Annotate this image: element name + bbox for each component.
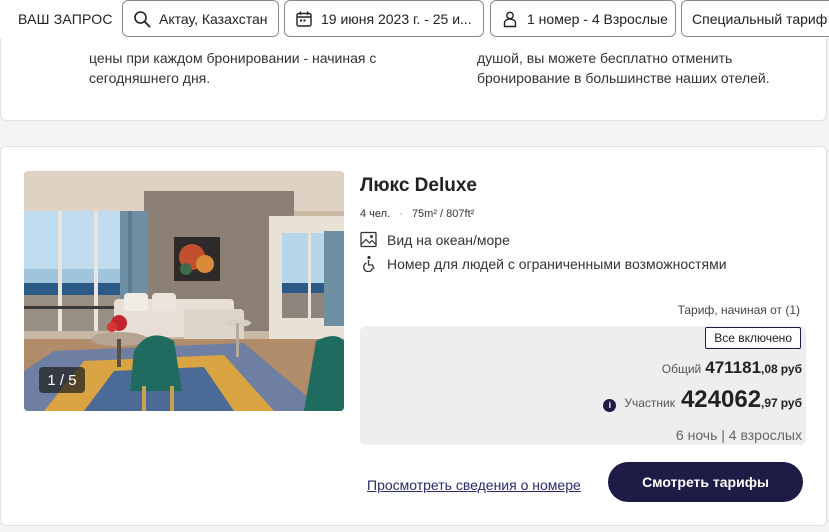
image-icon <box>360 231 377 248</box>
member-price-label: Участник <box>624 396 675 410</box>
member-price: i Участник 424062 ,97 руб <box>603 386 802 414</box>
benefit-text-free-cancel: душой, вы можете бесплатно отменить брон… <box>477 50 770 86</box>
total-price: Общий 471181 ,08 руб <box>662 358 802 378</box>
all-inclusive-badge: Все включено <box>705 327 801 349</box>
search-label: ВАШ ЗАПРОС <box>18 11 113 27</box>
benefits-card: цены при каждом бронировании - начиная с… <box>0 38 827 121</box>
price-box: Все включено Общий 471181 ,08 руб i Учас… <box>360 326 806 445</box>
special-rate-value: Специальный тариф <box>692 10 828 27</box>
room-feature: Вид на океан/море <box>360 231 510 248</box>
view-rates-button[interactable]: Смотреть тарифы <box>608 462 803 502</box>
room-title: Люкс Deluxe <box>360 175 477 196</box>
special-rate-field[interactable]: Специальный тариф <box>681 0 829 37</box>
search-icon <box>134 10 151 27</box>
dates-field[interactable]: 19 июня 2023 г. - 25 и... <box>284 0 484 37</box>
rooms-guests-value: 1 номер - 4 Взрослые <box>527 10 668 27</box>
room-card: 1 / 5 Люкс Deluxe 4 чел. · 75m² / 807ft²… <box>0 146 827 526</box>
calendar-icon <box>296 11 312 27</box>
room-feature: Номер для людей с ограниченными возможно… <box>360 255 727 272</box>
member-price-currency: руб <box>780 396 802 410</box>
location-field[interactable]: Актау, Казахстан <box>122 0 279 37</box>
member-price-cents: ,97 <box>761 396 778 410</box>
room-guests: 4 чел. <box>360 208 391 220</box>
member-price-amount: 424062 <box>680 386 762 413</box>
benefit-text-best-price: цены при каждом бронировании - начиная с… <box>89 50 377 86</box>
total-price-amount: 471181 <box>705 358 762 377</box>
meta-separator: · <box>399 208 403 220</box>
photo-counter: 1 / 5 <box>39 367 85 393</box>
total-price-cents: ,08 <box>761 362 778 376</box>
info-icon[interactable]: i <box>603 398 617 412</box>
room-details-link[interactable]: Просмотреть сведения о номере <box>367 477 581 493</box>
accessibility-icon <box>363 255 375 272</box>
rate-from-label: Тариф, начиная от (1) <box>677 303 800 317</box>
room-meta: 4 чел. · 75m² / 807ft² <box>360 208 474 220</box>
room-feature-label: Вид на океан/море <box>387 231 510 248</box>
room-photo[interactable]: 1 / 5 <box>24 171 344 411</box>
total-price-label: Общий <box>661 362 702 376</box>
stay-summary: 6 ночь | 4 взрослых <box>675 427 802 443</box>
room-area: 75m² / 807ft² <box>411 208 475 220</box>
location-value: Актау, Казахстан <box>159 10 268 27</box>
total-price-currency: руб <box>780 362 802 376</box>
search-bar: ВАШ ЗАПРОС Актау, Казахстан 19 июня 2023… <box>0 0 829 38</box>
rooms-guests-field[interactable]: 1 номер - 4 Взрослые <box>490 0 676 37</box>
person-icon <box>503 11 517 27</box>
dates-value: 19 июня 2023 г. - 25 и... <box>321 10 472 27</box>
room-feature-label: Номер для людей с ограниченными возможно… <box>387 255 727 272</box>
